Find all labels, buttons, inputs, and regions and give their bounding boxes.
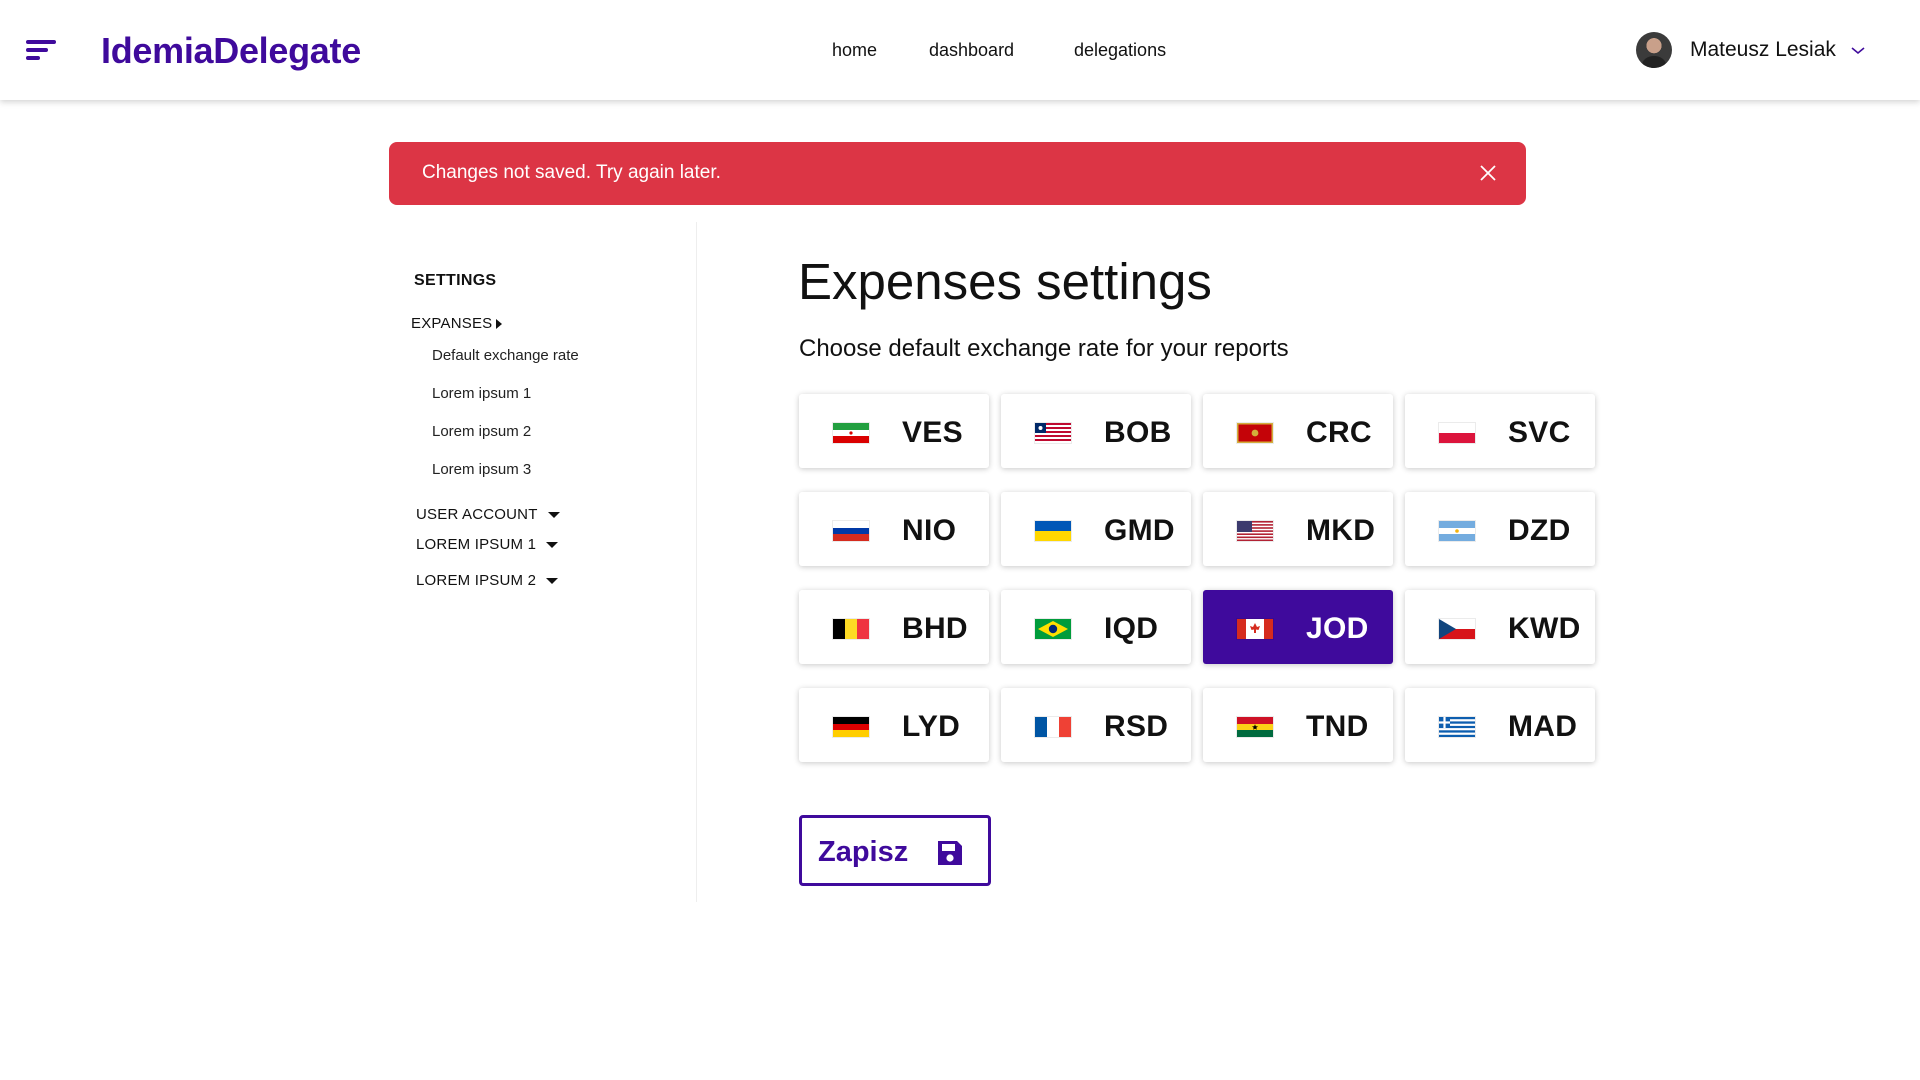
- currency-code: NIO: [902, 514, 957, 547]
- brazil-flag-icon: [1035, 619, 1071, 639]
- avatar: [1636, 32, 1672, 68]
- page-title: Expenses settings: [798, 253, 1212, 310]
- currency-code: JOD: [1306, 612, 1369, 645]
- nav-dashboard[interactable]: dashboard: [929, 40, 1014, 61]
- currency-card-bob[interactable]: BOB: [1001, 394, 1191, 468]
- currency-card-mkd[interactable]: MKD: [1203, 492, 1393, 566]
- currency-code: CRC: [1306, 416, 1372, 449]
- user-menu[interactable]: Mateusz Lesiak: [1636, 31, 1866, 69]
- currency-code: MKD: [1306, 514, 1376, 547]
- page-subtitle: Choose default exchange rate for your re…: [799, 335, 1289, 362]
- nav-home[interactable]: home: [832, 40, 877, 61]
- belgium-flag-icon: [833, 619, 869, 639]
- caret-down-icon: [546, 541, 559, 548]
- currency-card-dzd[interactable]: DZD: [1405, 492, 1595, 566]
- currency-code: VES: [902, 416, 963, 449]
- error-alert: Changes not saved. Try again later.: [389, 142, 1526, 205]
- usa-flag-icon: [1237, 521, 1273, 541]
- sidebar-item-lorem-ipsum-3[interactable]: Lorem ipsum 3: [432, 461, 531, 478]
- currency-code: BHD: [902, 612, 968, 645]
- currency-card-nio[interactable]: NIO: [799, 492, 989, 566]
- currency-card-bhd[interactable]: BHD: [799, 590, 989, 664]
- currency-code: RSD: [1104, 710, 1169, 743]
- caret-down-icon: [546, 577, 559, 584]
- save-button-label: Zapisz: [818, 836, 909, 868]
- sidebar-group-label: LOREM IPSUM 2: [416, 572, 537, 589]
- czech-flag-icon: [1439, 619, 1475, 639]
- currency-card-mad[interactable]: MAD: [1405, 688, 1595, 762]
- sidebar-group-lorem-ipsum-2[interactable]: LOREM IPSUM 2: [416, 572, 559, 589]
- currency-code: DZD: [1508, 514, 1571, 547]
- settings-sidebar: SETTINGS EXPANSES Default exchange rate …: [389, 222, 697, 902]
- currency-code: TND: [1306, 710, 1369, 743]
- floppy-disk-icon: [938, 841, 962, 865]
- alert-message: Changes not saved. Try again later.: [422, 162, 721, 183]
- sidebar-group-label: LOREM IPSUM 1: [416, 536, 537, 553]
- currency-card-crc[interactable]: CRC: [1203, 394, 1393, 468]
- canada-flag-icon: [1237, 619, 1273, 639]
- close-icon[interactable]: [1478, 163, 1498, 183]
- currency-code: MAD: [1508, 710, 1578, 743]
- currency-code: LYD: [902, 710, 961, 743]
- currency-code: BOB: [1104, 416, 1172, 449]
- currency-card-jod[interactable]: JOD: [1203, 590, 1393, 664]
- caret-down-icon: [547, 511, 560, 518]
- currency-card-gmd[interactable]: GMD: [1001, 492, 1191, 566]
- currency-code: IQD: [1104, 612, 1159, 645]
- greece-flag-icon: [1439, 717, 1475, 737]
- currency-code: GMD: [1104, 514, 1175, 547]
- ghana-flag-icon: [1237, 717, 1273, 737]
- sidebar-group-user-account[interactable]: USER ACCOUNT: [416, 506, 560, 523]
- currency-card-kwd[interactable]: KWD: [1405, 590, 1595, 664]
- currency-card-iqd[interactable]: IQD: [1001, 590, 1191, 664]
- sidebar-group-lorem-ipsum-1[interactable]: LOREM IPSUM 1: [416, 536, 559, 553]
- save-button[interactable]: Zapisz: [799, 815, 991, 886]
- user-name: Mateusz Lesiak: [1690, 38, 1836, 61]
- sidebar-item-lorem-ipsum-2[interactable]: Lorem ipsum 2: [432, 423, 531, 440]
- top-header: IdemiaDelegate home dashboard delegation…: [0, 0, 1920, 100]
- sidebar-item-lorem-ipsum-1[interactable]: Lorem ipsum 1: [432, 385, 531, 402]
- argentina-flag-icon: [1439, 521, 1475, 541]
- germany-flag-icon: [833, 717, 869, 737]
- liberia-flag-icon: [1035, 423, 1071, 443]
- sidebar-group-label: USER ACCOUNT: [416, 506, 538, 523]
- currency-card-rsd[interactable]: RSD: [1001, 688, 1191, 762]
- sidebar-item-default-exchange-rate[interactable]: Default exchange rate: [432, 347, 579, 364]
- caret-right-icon: [496, 318, 503, 329]
- currency-card-lyd[interactable]: LYD: [799, 688, 989, 762]
- currency-grid: VES BOB CRC SVC NIO GMD MKD DZD BHD IQD …: [799, 394, 1599, 764]
- ukraine-flag-icon: [1035, 521, 1071, 541]
- sidebar-group-label: EXPANSES: [411, 315, 493, 332]
- currency-code: KWD: [1508, 612, 1581, 645]
- chevron-down-icon: [1851, 47, 1865, 55]
- currency-card-ves[interactable]: VES: [799, 394, 989, 468]
- sidebar-group-expanses[interactable]: EXPANSES: [411, 315, 503, 332]
- nav-delegations[interactable]: delegations: [1074, 40, 1166, 61]
- russia-flag-icon: [833, 521, 869, 541]
- main-nav: home dashboard delegations: [0, 40, 1920, 64]
- france-flag-icon: [1035, 717, 1071, 737]
- iran-flag-icon: [833, 423, 869, 443]
- poland-flag-icon: [1439, 423, 1475, 443]
- currency-card-tnd[interactable]: TND: [1203, 688, 1393, 762]
- currency-code: SVC: [1508, 416, 1571, 449]
- montenegro-flag-icon: [1237, 423, 1273, 443]
- currency-card-svc[interactable]: SVC: [1405, 394, 1595, 468]
- sidebar-title: SETTINGS: [414, 272, 497, 289]
